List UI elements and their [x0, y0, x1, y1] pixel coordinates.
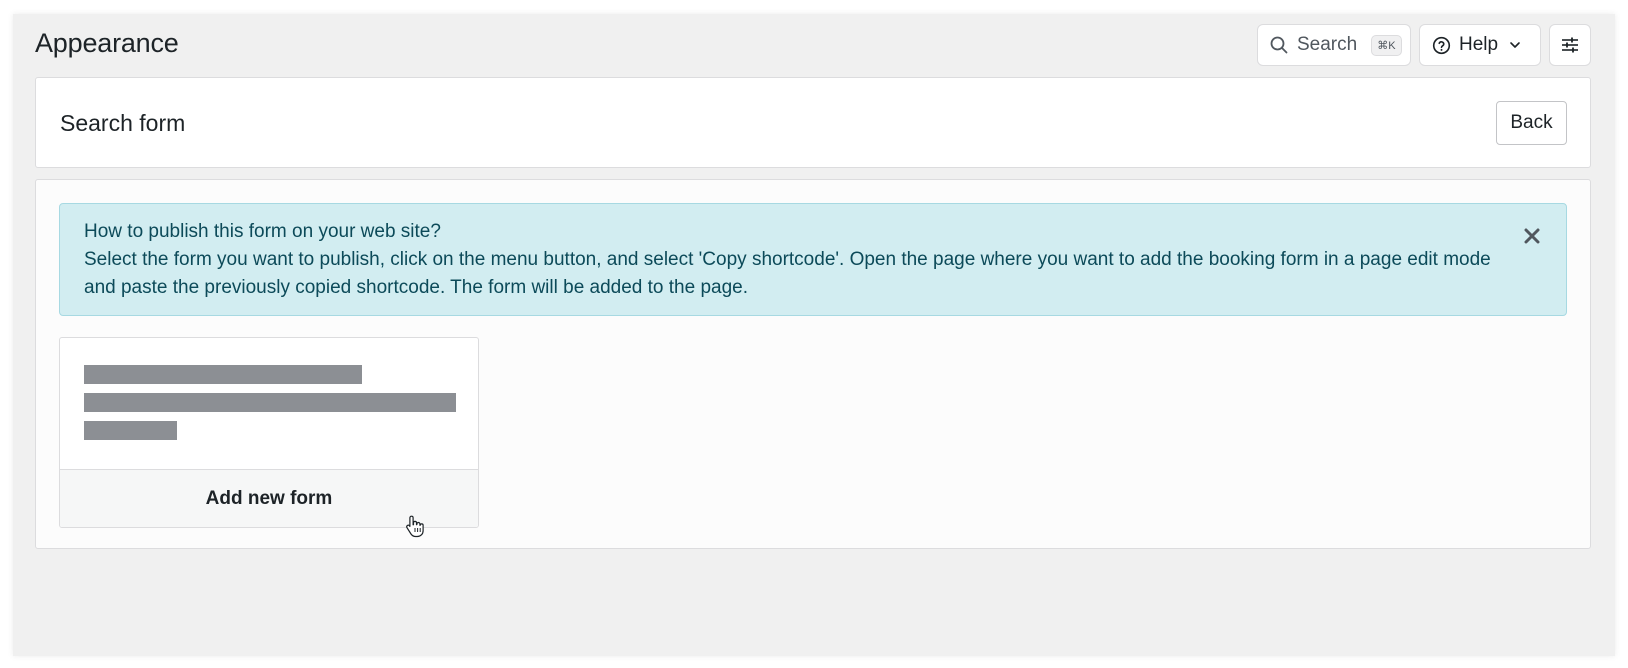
placeholder-line — [84, 393, 456, 412]
section-title: Search form — [60, 110, 186, 136]
placeholder-line — [84, 421, 177, 440]
search-shortcut-badge: ⌘K — [1371, 34, 1402, 56]
search-label: Search — [1297, 34, 1358, 55]
help-button[interactable]: Help — [1419, 24, 1541, 66]
header-actions: Search ⌘K Help — [1257, 24, 1591, 66]
placeholder-line — [84, 365, 362, 384]
settings-button[interactable] — [1549, 24, 1591, 66]
add-form-card[interactable]: Add new form — [59, 337, 479, 528]
info-notice: How to publish this form on your web sit… — [59, 203, 1567, 316]
hand-cursor-icon — [405, 514, 427, 538]
sliders-icon — [1561, 36, 1579, 54]
notice-title: How to publish this form on your web sit… — [84, 221, 441, 242]
close-icon[interactable] — [1522, 226, 1542, 246]
help-circle-icon — [1432, 36, 1451, 55]
page-header: Appearance Search ⌘K Help — [35, 24, 1591, 66]
app-window: Appearance Search ⌘K Help Search form Ba… — [13, 14, 1615, 656]
page-title: Appearance — [35, 28, 179, 58]
back-button[interactable]: Back — [1496, 101, 1567, 145]
notice-body: Select the form you want to publish, cli… — [84, 249, 1491, 298]
content-card: How to publish this form on your web sit… — [35, 179, 1591, 549]
help-label: Help — [1459, 34, 1499, 55]
search-button[interactable]: Search ⌘K — [1257, 24, 1411, 66]
search-icon — [1270, 36, 1288, 54]
chevron-down-icon — [1508, 38, 1522, 52]
sub-header-card: Search form Back — [35, 77, 1591, 168]
